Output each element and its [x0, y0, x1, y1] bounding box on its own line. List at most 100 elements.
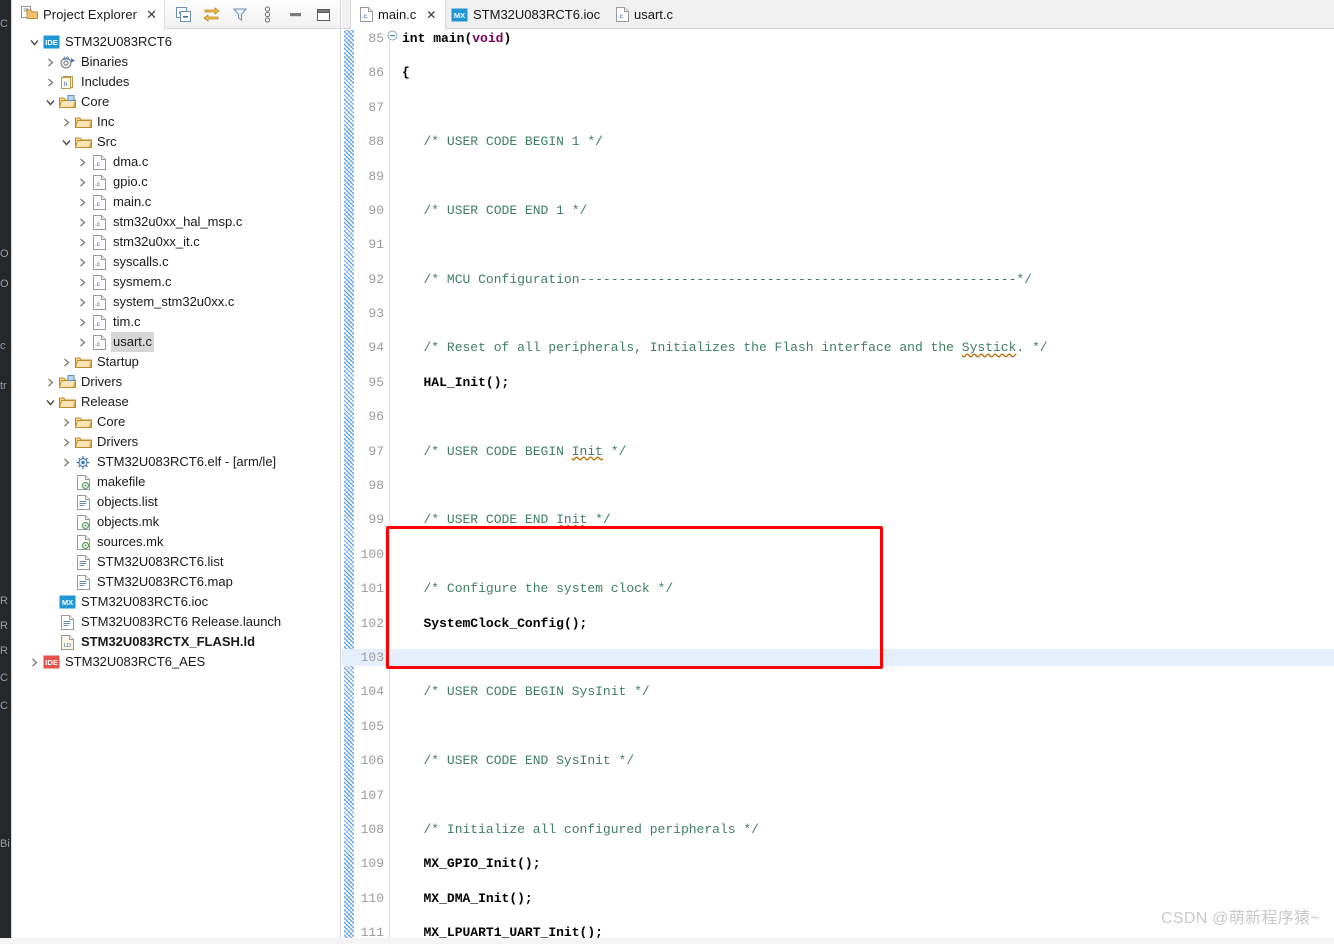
tree-item-stm32u083rct6-elf-arm-le[interactable]: STM32U083RCT6.elf - [arm/le] — [12, 452, 340, 472]
code-line[interactable]: 102 SystemClock_Config(); — [342, 615, 1334, 632]
view-menu-icon[interactable] — [259, 6, 276, 23]
tree-item-stm32u083rct6-map[interactable]: STM32U083RCT6.map — [12, 572, 340, 592]
code-line[interactable]: 87 — [342, 99, 1334, 116]
code-line[interactable]: 99 /* USER CODE END Init */ — [342, 511, 1334, 528]
tree-item-stm32u083rctx-flash-ld[interactable]: LD STM32U083RCTX_FLASH.ld — [12, 632, 340, 652]
code-line[interactable]: 100 — [342, 546, 1334, 563]
chevron-right-icon[interactable] — [42, 54, 58, 70]
chevron-right-icon[interactable] — [58, 454, 74, 470]
tree-item-drivers[interactable]: Drivers — [12, 372, 340, 392]
code-line[interactable]: 98 — [342, 477, 1334, 494]
tree-item-gpio-c[interactable]: .c gpio.c — [12, 172, 340, 192]
code-line[interactable]: 92 /* MCU Configuration------------------… — [342, 271, 1334, 288]
filter-icon[interactable] — [231, 6, 248, 23]
tree-item-release[interactable]: Release — [12, 392, 340, 412]
code-editor[interactable]: 85 int main(void) 86 { 87 88 /* USER CODE BEGI… — [342, 30, 1334, 944]
chevron-down-icon[interactable] — [26, 34, 42, 50]
chevron-right-icon[interactable] — [74, 174, 90, 190]
chevron-right-icon[interactable] — [58, 354, 74, 370]
chevron-down-icon[interactable] — [58, 134, 74, 150]
code-line[interactable]: 88 /* USER CODE BEGIN 1 */ — [342, 133, 1334, 150]
chevron-right-icon[interactable] — [58, 434, 74, 450]
tree-item-main-c[interactable]: .c main.c — [12, 192, 340, 212]
code-line[interactable]: 97 /* USER CODE BEGIN Init */ — [342, 443, 1334, 460]
tree-item-stm32u083rct6-ioc[interactable]: MX STM32U083RCT6.ioc — [12, 592, 340, 612]
tree-item-includes[interactable]: h Includes — [12, 72, 340, 92]
code-line[interactable]: 108 /* Initialize all configured peripher… — [342, 821, 1334, 838]
chevron-right-icon[interactable] — [58, 114, 74, 130]
collapse-all-icon[interactable] — [175, 6, 192, 23]
code-line[interactable]: 86 { — [342, 64, 1334, 81]
tree-item-tim-c[interactable]: .c tim.c — [12, 312, 340, 332]
chevron-right-icon[interactable] — [74, 314, 90, 330]
tree-item-binaries[interactable]: 10 Binaries — [12, 52, 340, 72]
chevron-right-icon[interactable] — [42, 74, 58, 90]
project-tree[interactable]: IDE STM32U083RCT6 10 Binaries h Includes Core I… — [12, 29, 340, 672]
code-line[interactable]: 90 /* USER CODE END 1 */ — [342, 202, 1334, 219]
tree-item-stm32u083rct6-release-launch[interactable]: STM32U083RCT6 Release.launch — [12, 612, 340, 632]
tree-item-label: Core — [97, 414, 126, 429]
tree-item-stm32u083rct6-list[interactable]: STM32U083RCT6.list — [12, 552, 340, 572]
tree-item-label: tim.c — [113, 314, 141, 329]
chevron-down-icon[interactable] — [42, 94, 58, 110]
tree-item-label: main.c — [113, 194, 152, 209]
code-line[interactable]: 96 — [342, 408, 1334, 425]
chevron-right-icon[interactable] — [74, 254, 90, 270]
minimize-icon[interactable] — [287, 6, 304, 23]
code-line[interactable]: 103 — [342, 648, 1334, 667]
tree-item-stm32u0xx-it-c[interactable]: .c stm32u0xx_it.c — [12, 232, 340, 252]
code-line[interactable]: 89 — [342, 168, 1334, 185]
tree-item-syscalls-c[interactable]: .c syscalls.c — [12, 252, 340, 272]
code-line[interactable]: 95 HAL_Init(); — [342, 374, 1334, 391]
tree-item-makefile[interactable]: makefile — [12, 472, 340, 492]
code-line[interactable]: 91 — [342, 236, 1334, 253]
tree-item-objects-list[interactable]: objects.list — [12, 492, 340, 512]
tree-item-stm32u083rct6[interactable]: IDE STM32U083RCT6 — [12, 32, 340, 52]
tree-item-dma-c[interactable]: .c dma.c — [12, 152, 340, 172]
editor-tab-main-c[interactable]: .c main.c ✕ — [350, 0, 447, 29]
line-number: 110 — [360, 890, 384, 906]
tree-item-stm32u083rct6-aes[interactable]: IDE STM32U083RCT6_AES — [12, 652, 340, 672]
fold-collapse-icon[interactable] — [386, 30, 398, 48]
close-icon[interactable]: ✕ — [146, 8, 157, 21]
link-with-editor-icon[interactable] — [203, 6, 220, 23]
chevron-right-icon[interactable] — [58, 414, 74, 430]
code-line[interactable]: 93 — [342, 305, 1334, 322]
chevron-right-icon[interactable] — [42, 374, 58, 390]
tree-item-core[interactable]: Core — [12, 92, 340, 112]
close-icon[interactable]: ✕ — [426, 8, 436, 22]
chevron-right-icon[interactable] — [74, 214, 90, 230]
code-line[interactable]: 94 /* Reset of all peripherals, Initializ… — [342, 339, 1334, 356]
chevron-right-icon[interactable] — [74, 194, 90, 210]
code-line[interactable]: 106 /* USER CODE END SysInit */ — [342, 752, 1334, 769]
tree-item-sysmem-c[interactable]: .c sysmem.c — [12, 272, 340, 292]
chevron-right-icon[interactable] — [74, 294, 90, 310]
chevron-right-icon[interactable] — [74, 334, 90, 350]
project-explorer-tab[interactable]: Project Explorer ✕ — [12, 0, 165, 29]
code-line[interactable]: 104 /* USER CODE BEGIN SysInit */ — [342, 683, 1334, 700]
chevron-down-icon[interactable] — [42, 394, 58, 410]
tree-item-inc[interactable]: Inc — [12, 112, 340, 132]
chevron-right-icon[interactable] — [26, 654, 42, 670]
chevron-right-icon[interactable] — [74, 234, 90, 250]
editor-tab-usart-c[interactable]: .c usart.c — [607, 0, 682, 29]
maximize-icon[interactable] — [315, 6, 332, 23]
tree-item-objects-mk[interactable]: objects.mk — [12, 512, 340, 532]
code-line[interactable]: 107 — [342, 787, 1334, 804]
line-number: 91 — [368, 237, 384, 253]
code-line[interactable]: 85 int main(void) — [342, 30, 1334, 47]
tree-item-usart-c[interactable]: .c usart.c — [12, 332, 340, 352]
tree-item-src[interactable]: Src — [12, 132, 340, 152]
code-line[interactable]: 101 /* Configure the system clock */ — [342, 580, 1334, 597]
editor-tab-stm32u083rct6-ioc[interactable]: MX STM32U083RCT6.ioc — [442, 0, 609, 29]
tree-item-startup[interactable]: Startup — [12, 352, 340, 372]
chevron-right-icon[interactable] — [74, 274, 90, 290]
tree-item-drivers[interactable]: Drivers — [12, 432, 340, 452]
code-line[interactable]: 109 MX_GPIO_Init(); — [342, 855, 1334, 872]
tree-item-core[interactable]: Core — [12, 412, 340, 432]
tree-item-system-stm32u0xx-c[interactable]: .c system_stm32u0xx.c — [12, 292, 340, 312]
chevron-right-icon[interactable] — [74, 154, 90, 170]
tree-item-stm32u0xx-hal-msp-c[interactable]: .c stm32u0xx_hal_msp.c — [12, 212, 340, 232]
tree-item-sources-mk[interactable]: sources.mk — [12, 532, 340, 552]
code-line[interactable]: 105 — [342, 718, 1334, 735]
